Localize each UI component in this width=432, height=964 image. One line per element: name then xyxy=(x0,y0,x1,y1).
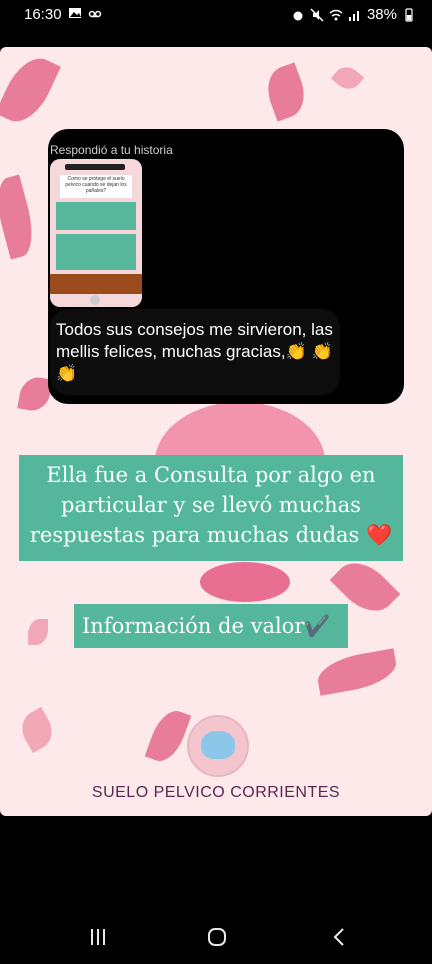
decorative-leaf xyxy=(330,61,365,95)
story-reply-bubble: Respondió a tu historia Como se protege … xyxy=(48,129,404,404)
battery-icon xyxy=(405,7,413,22)
replied-label: Respondió a tu historia xyxy=(50,143,173,157)
decorative-leaf xyxy=(0,174,40,260)
alarm-icon xyxy=(293,11,303,20)
mute-icon xyxy=(310,7,324,22)
wifi-icon xyxy=(329,9,343,20)
image-icon xyxy=(69,8,81,18)
decorative-leaf xyxy=(314,648,400,696)
decorative-leaf xyxy=(260,62,312,122)
decorative-leaf xyxy=(144,705,192,767)
decorative-leaf xyxy=(200,562,290,602)
reply-message: Todos sus consejos me sirvieron, las mel… xyxy=(50,309,340,395)
home-icon[interactable] xyxy=(207,927,227,952)
back-icon[interactable] xyxy=(330,927,350,952)
story-card[interactable]: Respondió a tu historia Como se protege … xyxy=(0,47,432,816)
clock: 16:30 xyxy=(24,6,62,23)
battery-percent: 38% xyxy=(366,6,397,23)
status-bar: 16:30 38% xyxy=(0,0,432,30)
brand-logo xyxy=(187,715,249,777)
navigation-bar xyxy=(0,905,432,964)
story-thumbnail[interactable]: Como se protege el suelo pelvico cuando … xyxy=(50,159,142,307)
brand-name: SUELO PELVICO CORRIENTES xyxy=(91,784,341,801)
recents-icon[interactable] xyxy=(88,927,108,952)
caption-banner: Ella fue a Consulta por algo en particul… xyxy=(19,455,403,561)
decorative-leaf xyxy=(15,706,59,754)
signal-icon xyxy=(348,10,359,21)
voicemail-icon xyxy=(88,10,102,18)
elephant-icon xyxy=(201,731,235,759)
decorative-leaf xyxy=(0,49,61,131)
decorative-leaf xyxy=(28,619,48,645)
info-label: Información de valor✔️ xyxy=(74,604,348,648)
thumbnail-question: Como se protege el suelo pelvico cuando … xyxy=(60,175,132,198)
